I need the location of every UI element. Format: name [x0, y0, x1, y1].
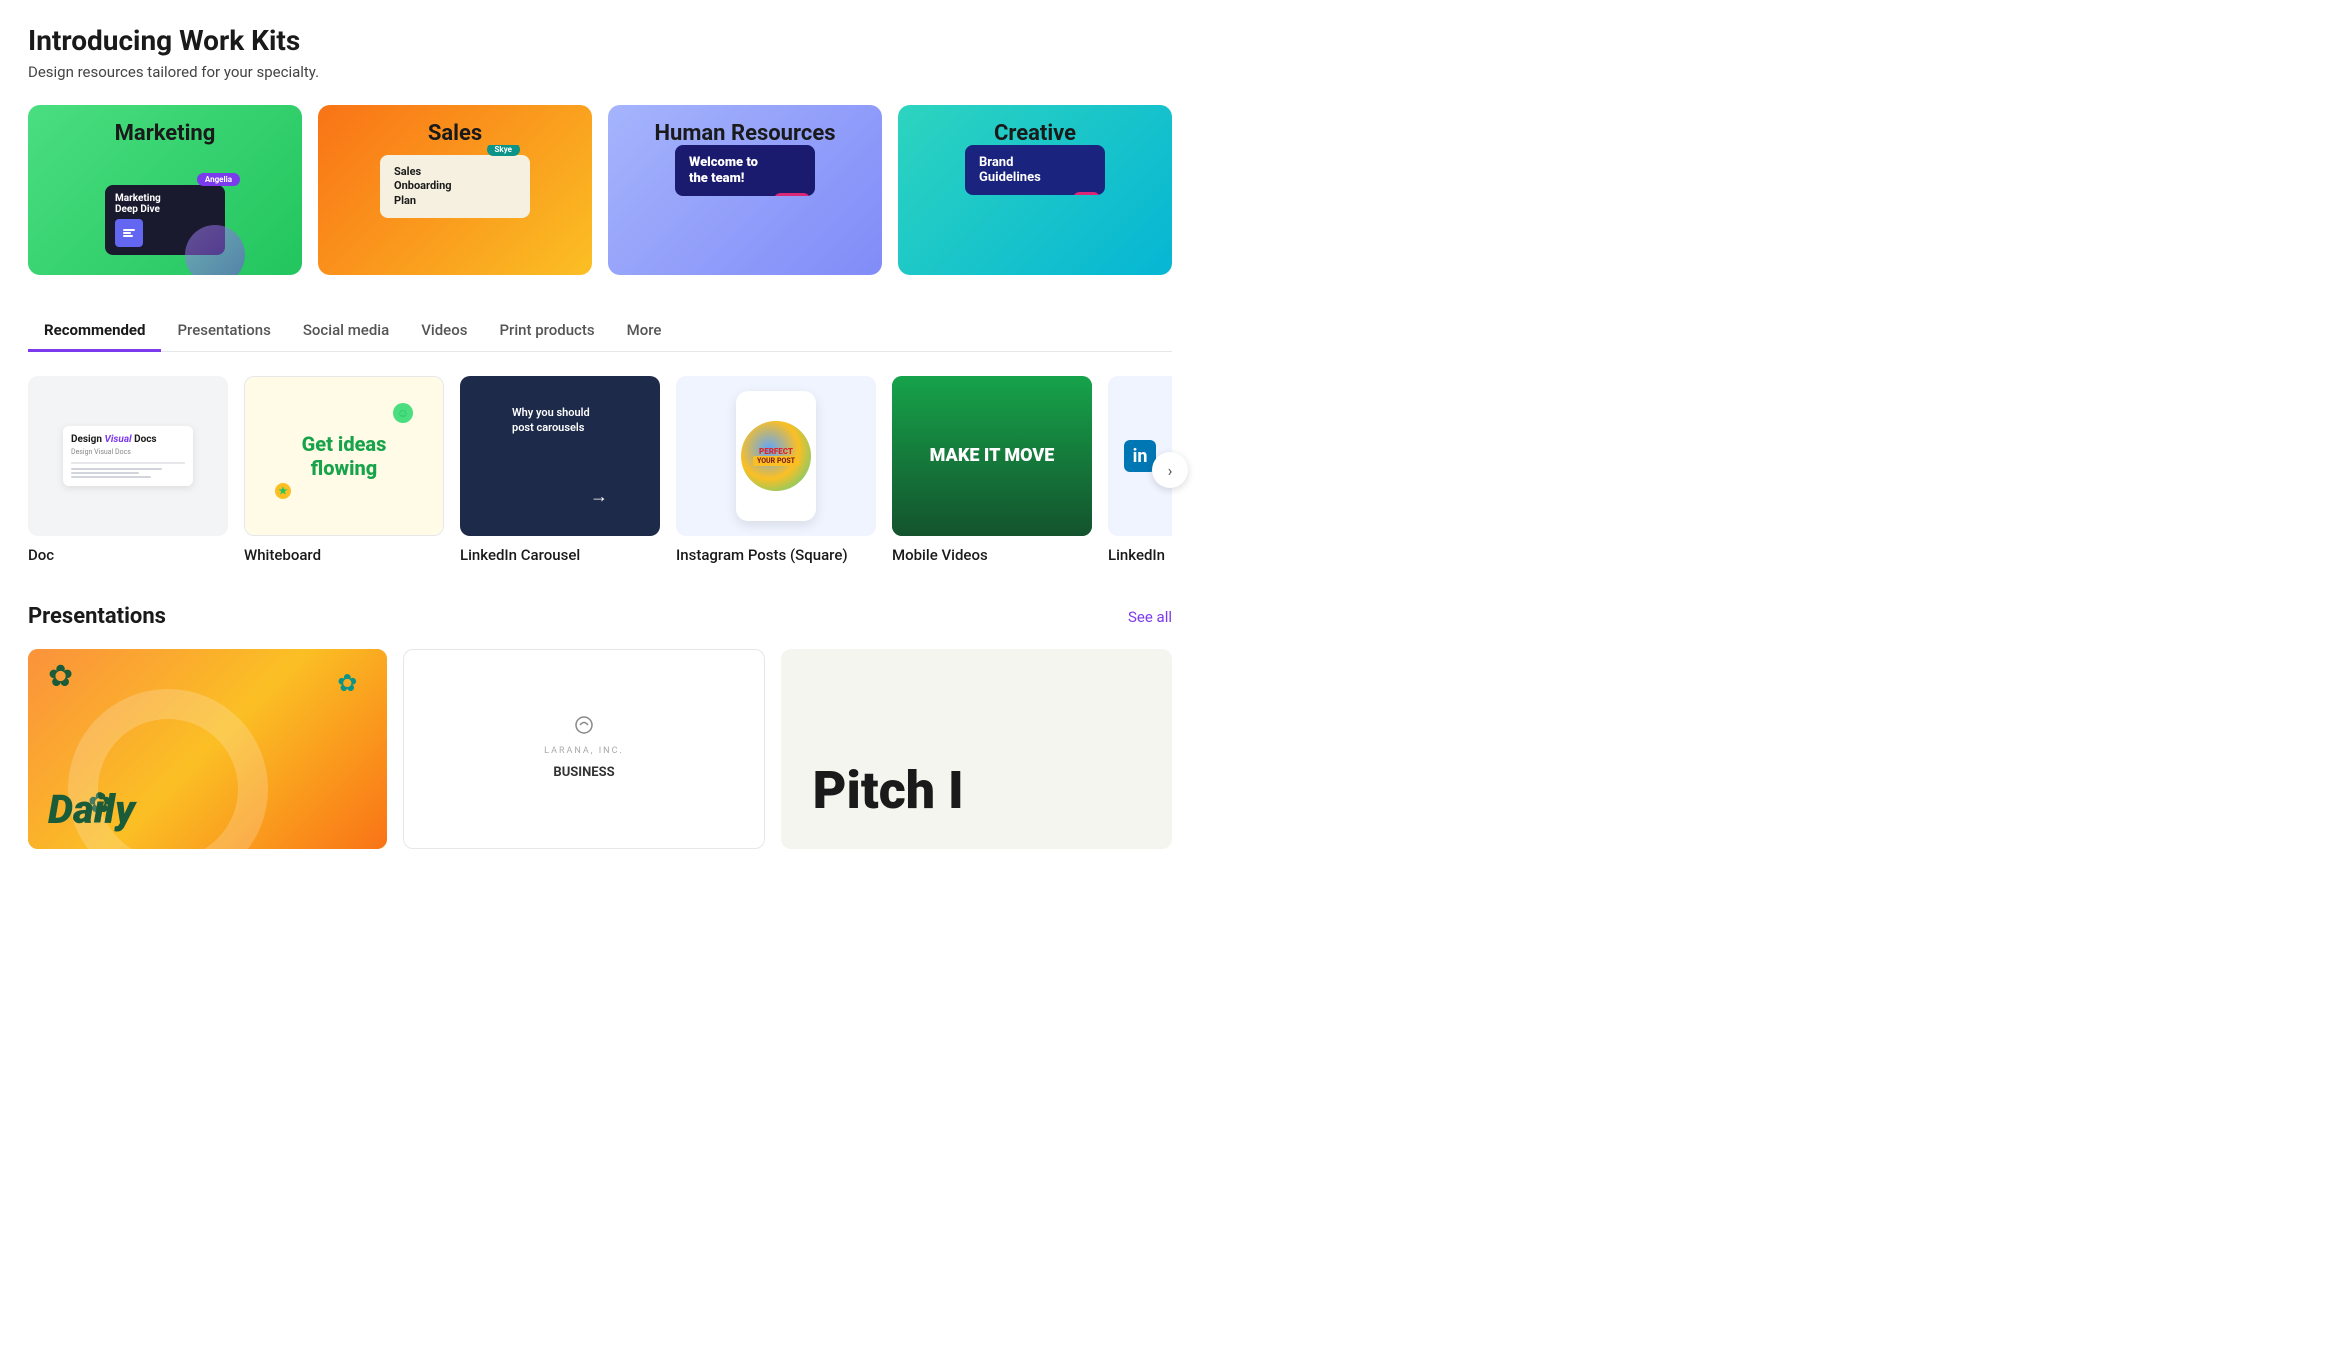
mv-inner: MAKE IT MOve: [892, 376, 1092, 536]
doc-divider: [71, 462, 185, 464]
larana-text: LARANA, INC.: [544, 746, 624, 756]
page-subtitle: Design resources tailored for your speci…: [28, 63, 1172, 81]
chip-sonja: Sonja: [774, 193, 810, 196]
linkedin-label: LinkedIn: [1108, 546, 1172, 564]
templates-grid: Design Visual Docs Design Visual Docs Do…: [28, 376, 1172, 564]
pitch-inner: Pitch I: [797, 665, 980, 833]
presentations-header: Presentations See all: [28, 604, 1172, 629]
ig-phone: PERFECT YOUR POST: [736, 391, 816, 521]
pitch-text: Pitch I: [813, 765, 964, 817]
lc-arrow: →: [590, 486, 608, 507]
lc-label: LinkedIn Carousel: [460, 546, 660, 564]
wb-sticker-1: ☺: [393, 403, 413, 423]
lc-thumb: Why you should post carousels →: [460, 376, 660, 536]
kit-inner-sales: Skye SalesOnboardingPlan: [318, 145, 592, 218]
doc-card-subtitle: Design Visual Docs: [71, 448, 185, 456]
lc-title: Why you should post carousels: [512, 405, 608, 436]
hr-card-content: Welcome tothe team!: [675, 145, 815, 196]
tab-recommended[interactable]: Recommended: [28, 311, 161, 352]
kit-label-sales: Sales: [318, 121, 592, 146]
wb-thumb: ☺ ★ Get ideas flowing: [244, 376, 444, 536]
wb-label: Whiteboard: [244, 546, 444, 564]
kit-inner-creative: Ben BrandGuidelines Kai: [898, 145, 1172, 195]
kit-card-sales[interactable]: Sales Skye SalesOnboardingPlan: [318, 105, 592, 275]
pres-item-pitch[interactable]: Pitch I: [781, 649, 1172, 849]
doc-thumb: Design Visual Docs Design Visual Docs: [28, 376, 228, 536]
tab-presentations[interactable]: Presentations: [161, 311, 286, 352]
mv-label: Mobile Videos: [892, 546, 1092, 564]
kit-label-marketing: Marketing: [28, 121, 302, 146]
template-linkedin-carousel[interactable]: Why you should post carousels → LinkedIn…: [460, 376, 660, 564]
templates-wrapper: Design Visual Docs Design Visual Docs Do…: [28, 376, 1172, 564]
lc-inner: Why you should post carousels →: [500, 391, 620, 521]
doc-label: Doc: [28, 546, 228, 564]
sales-card-title: SalesOnboardingPlan: [394, 165, 516, 208]
work-kits-grid: Marketing Angelia MarketingDeep Dive: [28, 105, 1172, 275]
chip-skye: Skye: [487, 145, 521, 156]
kit-card-marketing[interactable]: Marketing Angelia MarketingDeep Dive: [28, 105, 302, 275]
kit-inner-hr: Ben Welcome tothe team! Sonja: [608, 145, 882, 196]
kit-label-creative: Creative: [898, 121, 1172, 146]
daily-text: Daily: [48, 786, 135, 833]
carousel-next-button[interactable]: ›: [1152, 452, 1188, 488]
flower-2: ✿: [337, 669, 357, 697]
doc-inner: Design Visual Docs Design Visual Docs: [63, 426, 193, 486]
ig-thumb: PERFECT YOUR POST: [676, 376, 876, 536]
doc-card-title: Design Visual Docs: [71, 434, 185, 445]
page-container: Introducing Work Kits Design resources t…: [0, 0, 1200, 873]
kit-label-hr: Human Resources: [608, 121, 882, 146]
tab-print-products[interactable]: Print products: [483, 311, 610, 352]
ig-circle: PERFECT YOUR POST: [741, 421, 811, 491]
business-title: BUSINESS: [553, 764, 614, 782]
larana-logo: [574, 715, 594, 738]
wb-sticker-2: ★: [275, 483, 291, 499]
wb-text: Get ideas flowing: [277, 432, 411, 480]
business-inner: LARANA, INC. BUSINESS: [524, 650, 644, 848]
pres-item-business[interactable]: LARANA, INC. BUSINESS: [403, 649, 764, 849]
see-all-link[interactable]: See all: [1128, 608, 1172, 626]
marketing-card-title: MarketingDeep Dive: [115, 193, 215, 215]
flower-1: ✿: [48, 659, 73, 694]
template-instagram[interactable]: PERFECT YOUR POST Instagram Posts (Squar…: [676, 376, 876, 564]
page-title: Introducing Work Kits: [28, 24, 1172, 57]
kit-inner-marketing: Angelia MarketingDeep Dive: [28, 145, 302, 275]
template-mobile-videos[interactable]: MAKE IT MOve Mobile Videos: [892, 376, 1092, 564]
ig-label: Instagram Posts (Square): [676, 546, 876, 564]
wb-inner: ☺ ★ Get ideas flowing: [245, 377, 443, 535]
presentations-section-title: Presentations: [28, 604, 166, 629]
doc-lines: [71, 468, 185, 478]
pres-item-daily[interactable]: ✿ ✿ ✿ Daily: [28, 649, 387, 849]
tabs-bar: Recommended Presentations Social media V…: [28, 311, 1172, 352]
creative-card-content: BrandGuidelines: [965, 145, 1105, 195]
marketing-circle: [185, 225, 245, 275]
presentations-grid: ✿ ✿ ✿ Daily LARANA, INC. BUSINESS: [28, 649, 1172, 849]
kit-card-hr[interactable]: Human Resources Ben Welcome tothe team! …: [608, 105, 882, 275]
marketing-icon: [115, 219, 143, 247]
template-whiteboard[interactable]: ☺ ★ Get ideas flowing Whiteboard: [244, 376, 444, 564]
mv-thumb: MAKE IT MOve: [892, 376, 1092, 536]
mv-text: MAKE IT MOve: [930, 446, 1055, 466]
tab-videos[interactable]: Videos: [405, 311, 483, 352]
tab-social-media[interactable]: Social media: [287, 311, 405, 352]
tab-more[interactable]: More: [611, 311, 678, 352]
kit-card-creative[interactable]: Creative Ben BrandGuidelines Kai: [898, 105, 1172, 275]
daily-text-wrapper: Daily: [48, 786, 135, 833]
chip-angelia: Angelia: [197, 173, 240, 186]
chip-kai: Kai: [1073, 192, 1100, 195]
template-doc[interactable]: Design Visual Docs Design Visual Docs Do…: [28, 376, 228, 564]
